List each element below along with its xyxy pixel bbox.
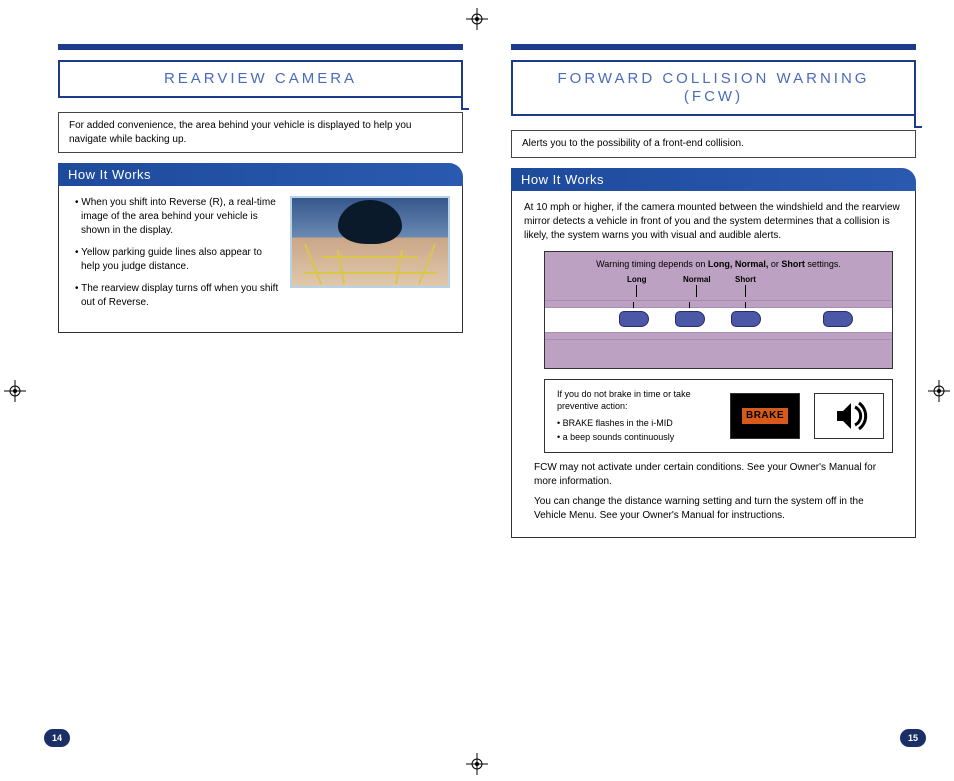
notes: FCW may not activate under certain condi… <box>524 461 903 523</box>
guide-line <box>304 272 436 274</box>
label-long: Long <box>627 274 647 297</box>
title-tail <box>461 96 469 110</box>
fcw-range-diagram: Warning timing depends on Long, Normal, … <box>544 251 893 369</box>
title-band-left: REARVIEW CAMERA <box>58 60 463 98</box>
label-line <box>745 285 746 297</box>
label-text: Short <box>735 274 756 285</box>
range-mark <box>689 302 690 308</box>
alert-text: If you do not brake in time or take prev… <box>553 388 716 444</box>
intro-text: For added convenience, the area behind y… <box>69 120 411 145</box>
intro-box: Alerts you to the possibility of a front… <box>511 130 916 158</box>
label-text: Long <box>627 274 647 285</box>
page-spread: REARVIEW CAMERA For added convenience, t… <box>0 0 954 582</box>
left-page: REARVIEW CAMERA For added convenience, t… <box>44 44 477 538</box>
label-short: Short <box>735 274 756 297</box>
body-text: At 10 mph or higher, if the camera mount… <box>524 201 903 243</box>
page-number-right: 15 <box>900 729 926 747</box>
caption-bold: Long, Normal, <box>708 259 769 269</box>
registration-mark-icon <box>466 753 488 775</box>
range-mark <box>745 302 746 308</box>
registration-mark-icon <box>4 380 26 402</box>
label-text: Normal <box>683 274 711 285</box>
registration-mark-icon <box>466 8 488 30</box>
top-rule <box>511 44 916 50</box>
road-edge <box>545 332 892 340</box>
caption-part: settings. <box>805 259 841 269</box>
bullet-list: When you shift into Reverse (R), a real-… <box>71 196 280 318</box>
list-item: When you shift into Reverse (R), a real-… <box>75 196 280 238</box>
label-line <box>696 285 697 297</box>
beep-indicator <box>814 393 884 439</box>
brake-label: BRAKE <box>742 408 788 424</box>
car-icon <box>731 311 761 327</box>
page-title: FORWARD COLLISION WARNING (FCW) <box>558 70 870 105</box>
note-text: You can change the distance warning sett… <box>534 495 893 523</box>
brake-indicator: BRAKE <box>730 393 800 439</box>
registration-mark-icon <box>928 380 950 402</box>
caption-bold: Short <box>781 259 805 269</box>
label-line <box>636 285 637 297</box>
list-item: BRAKE flashes in the i-MID <box>557 417 716 430</box>
car-icon <box>823 311 853 327</box>
caption-part: Warning timing depends on <box>596 259 708 269</box>
intro-text: Alerts you to the possibility of a front… <box>522 138 744 149</box>
rearview-camera-image <box>290 196 450 288</box>
car-silhouette <box>338 200 402 244</box>
road-lane <box>545 308 892 332</box>
label-normal: Normal <box>683 274 711 297</box>
intro-box: For added convenience, the area behind y… <box>58 112 463 153</box>
page-number-left: 14 <box>44 729 70 747</box>
list-item: a beep sounds continuously <box>557 431 716 444</box>
guide-line <box>304 244 322 284</box>
section-header: How It Works <box>511 168 916 191</box>
list-item: Yellow parking guide lines also appear t… <box>75 246 280 274</box>
alert-intro: If you do not brake in time or take prev… <box>557 389 691 412</box>
title-tail <box>914 114 922 128</box>
right-page: FORWARD COLLISION WARNING (FCW) Alerts y… <box>497 44 930 538</box>
section-header: How It Works <box>58 163 463 186</box>
range-mark <box>633 302 634 308</box>
title-band-right: FORWARD COLLISION WARNING (FCW) <box>511 60 916 116</box>
car-icon <box>619 311 649 327</box>
section-body: At 10 mph or higher, if the camera mount… <box>511 191 916 538</box>
car-icon <box>675 311 705 327</box>
range-labels: Long Normal Short <box>545 274 892 300</box>
road-edge <box>545 300 892 308</box>
list-item: The rearview display turns off when you … <box>75 282 280 310</box>
section-body: When you shift into Reverse (R), a real-… <box>58 186 463 333</box>
top-rule <box>58 44 463 50</box>
diagram-caption: Warning timing depends on Long, Normal, … <box>545 252 892 273</box>
page-title: REARVIEW CAMERA <box>164 70 357 87</box>
note-text: FCW may not activate under certain condi… <box>534 461 893 489</box>
speaker-icon <box>829 399 869 433</box>
alert-list: BRAKE flashes in the i-MID a beep sounds… <box>557 417 716 444</box>
alert-box: If you do not brake in time or take prev… <box>544 379 893 453</box>
guide-line <box>418 244 436 284</box>
caption-part: or <box>768 259 781 269</box>
guide-line <box>322 256 418 258</box>
